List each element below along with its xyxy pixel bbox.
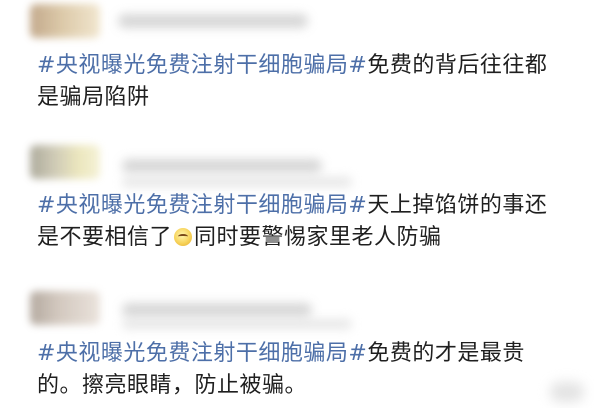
comment-feed: #央视曝光免费注射干细胞骗局#免费的背后往往都 是骗局陷阱 #央视曝光免费注射干…	[0, 0, 594, 408]
comment-item: #央视曝光免费注射干细胞骗局#免费的背后往往都 是骗局陷阱	[0, 0, 594, 133]
comment-text-segment: 是不要相信了	[37, 225, 173, 250]
comment-text-segment: 同时要警惕家里老人防骗	[194, 225, 442, 250]
comment-line: #央视曝光免费注射干细胞骗局#免费的背后往往都	[37, 50, 577, 82]
comment-line: #央视曝光免费注射干细胞骗局#天上掉馅饼的事还	[37, 190, 577, 222]
action-blurred[interactable]	[550, 382, 584, 402]
username-blurred[interactable]	[122, 159, 322, 173]
comment-line: 是不要相信了 同时要警惕家里老人防骗	[37, 222, 577, 254]
comment-text-segment: 免费的才是最贵	[367, 341, 525, 366]
comment-text: #央视曝光免费注射干细胞骗局#免费的背后往往都 是骗局陷阱	[37, 50, 577, 114]
avatar[interactable]	[30, 4, 100, 38]
comment-line: 是骗局陷阱	[37, 85, 150, 110]
comment-text-segment: 天上掉馅饼的事还	[367, 193, 548, 218]
username-blurred[interactable]	[118, 14, 308, 28]
avatar[interactable]	[30, 145, 100, 179]
thinking-face-icon	[174, 228, 193, 246]
comment-header	[30, 143, 550, 187]
comment-line: 的。擦亮眼睛，防止被骗。	[37, 373, 308, 398]
comment-line: #央视曝光免费注射干细胞骗局#免费的才是最贵	[37, 338, 577, 370]
comment-text: #央视曝光免费注射干细胞骗局#免费的才是最贵 的。擦亮眼睛，防止被骗。	[37, 338, 577, 402]
hashtag-link[interactable]: #央视曝光免费注射干细胞骗局#	[37, 53, 367, 78]
hashtag-link[interactable]: #央视曝光免费注射干细胞骗局#	[37, 341, 367, 366]
comment-item: #央视曝光免费注射干细胞骗局#天上掉馅饼的事还 是不要相信了 同时要警惕家里老人防…	[0, 133, 594, 285]
comment-item: #央视曝光免费注射干细胞骗局#免费的才是最贵 的。擦亮眼睛，防止被骗。	[0, 285, 594, 408]
comment-header	[30, 4, 550, 44]
avatar[interactable]	[30, 291, 100, 325]
hashtag-link[interactable]: #央视曝光免费注射干细胞骗局#	[37, 193, 367, 218]
username-blurred[interactable]	[122, 303, 312, 317]
comment-text: #央视曝光免费注射干细胞骗局#天上掉馅饼的事还 是不要相信了 同时要警惕家里老人防…	[37, 190, 577, 254]
comment-text-segment: 免费的背后往往都	[367, 53, 548, 78]
meta-blurred	[122, 177, 352, 187]
meta-blurred	[122, 319, 352, 329]
comment-header	[30, 291, 550, 331]
